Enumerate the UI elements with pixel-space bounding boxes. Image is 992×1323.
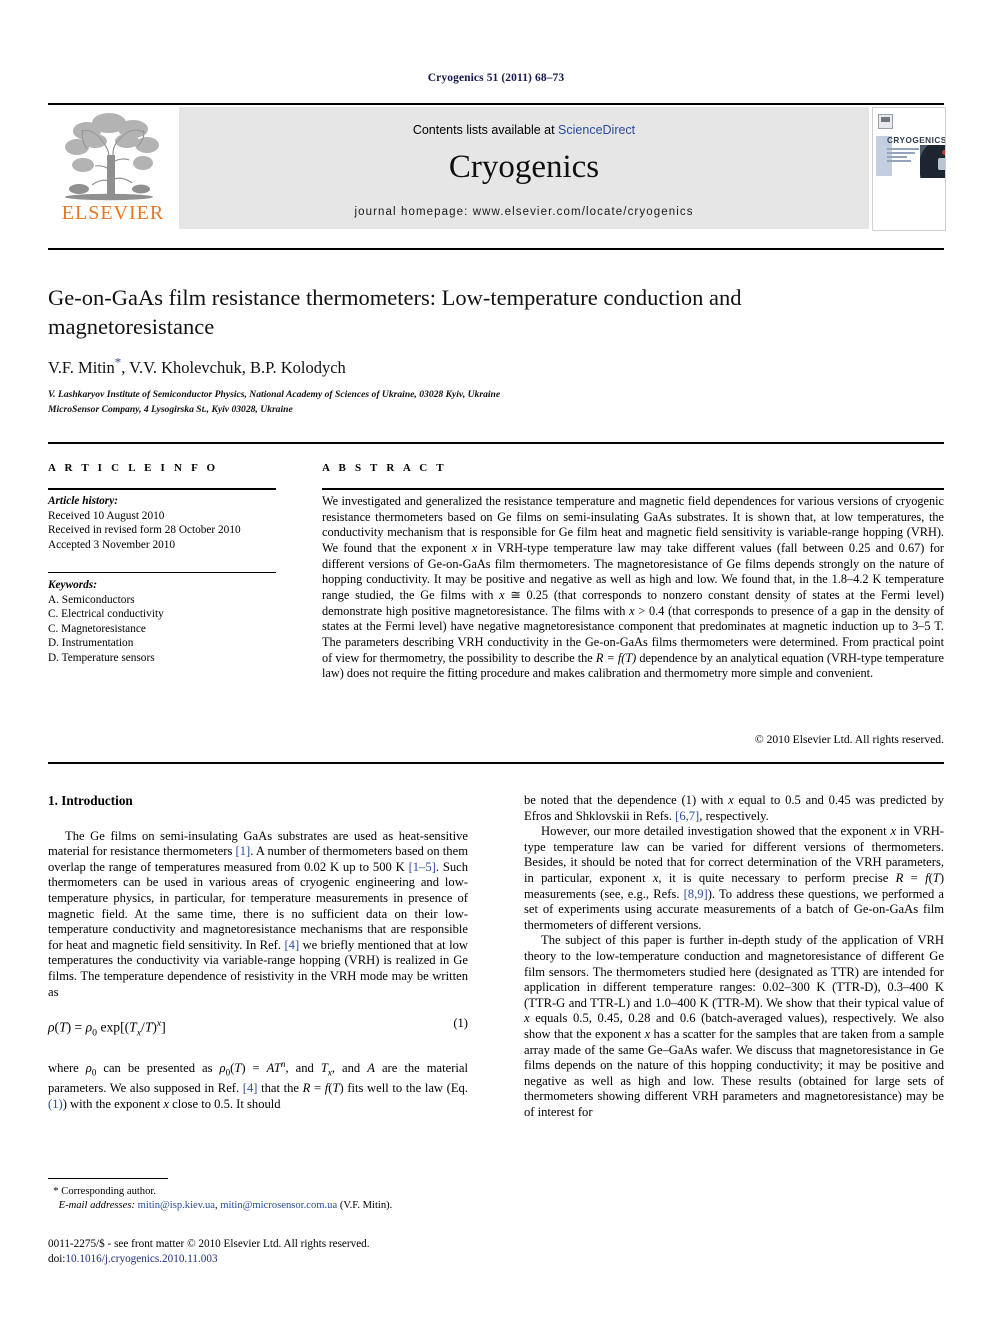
equation-number: (1) <box>453 1016 468 1031</box>
elsevier-tree-icon <box>65 113 159 201</box>
masthead-top-rule <box>48 103 944 105</box>
issn-line: 0011-2275/$ - see front matter © 2010 El… <box>48 1238 370 1250</box>
abstract-heading-rule <box>322 488 944 490</box>
copyright-line: © 2010 Elsevier Ltd. All rights reserved… <box>754 733 944 746</box>
author-names-text: V.F. Mitin*, V.V. Kholevchuk, B.P. Kolod… <box>48 354 346 377</box>
email-link-2[interactable]: mitin@microsensor.com.ua <box>220 1200 337 1211</box>
text-run: where <box>48 1061 86 1076</box>
citation-link[interactable]: [6,7] <box>675 809 699 823</box>
citation-link[interactable]: [1] <box>236 844 251 858</box>
text-run: However, our more detailed investigation… <box>541 824 891 839</box>
affiliations: V. Lashkaryov Institute of Semiconductor… <box>48 388 878 417</box>
journal-title: Cryogenics <box>448 149 600 185</box>
text-run: can be presented as <box>96 1061 220 1076</box>
history-received: Received 10 August 2010 <box>48 509 165 522</box>
keyword-item: D. Temperature sensors <box>48 651 155 664</box>
text-run: that the <box>257 1081 303 1096</box>
page-title: Ge-on-GaAs film resistance thermometers:… <box>48 285 742 339</box>
journal-masthead: ELSEVIER Contents lists available at Sci… <box>48 103 946 231</box>
abstract-bottom-rule <box>48 762 944 764</box>
section-heading-introduction: 1. Introduction <box>48 793 133 808</box>
keyword-item: A. Semiconductors <box>48 593 135 606</box>
text-run: measurements (see, e.g., Refs. <box>524 886 684 901</box>
doi-line: doi:10.1016/j.cryogenics.2010.11.003 <box>48 1252 488 1267</box>
title-separator-rule <box>48 248 944 250</box>
email-link-1[interactable]: mitin@isp.kiev.ua <box>138 1200 215 1211</box>
paragraph: be noted that the dependence (1) with x … <box>524 793 944 823</box>
body-column-left: 1. Introduction The Ge films on semi-ins… <box>48 793 468 1112</box>
doi-link[interactable]: 10.1016/j.cryogenics.2010.11.003 <box>65 1253 217 1265</box>
email-label: E-mail addresses: <box>58 1200 135 1211</box>
info-heading-rule <box>48 488 276 490</box>
affiliation-2: MicroSensor Company, 4 Lysogirska St., K… <box>48 403 293 415</box>
history-revised: Received in revised form 28 October 2010 <box>48 524 241 537</box>
citation-link[interactable]: [4] <box>284 938 299 952</box>
keyword-item: D. Instrumentation <box>48 637 134 650</box>
text-run: fits well to the law (Eq. <box>343 1081 468 1096</box>
imprint-block: 0011-2275/$ - see front matter © 2010 El… <box>48 1237 488 1266</box>
abstract-heading: A B S T R A C T <box>322 462 447 474</box>
abstract-text: We investigated and generalized the resi… <box>322 494 944 682</box>
paragraph: The subject of this paper is further in-… <box>524 933 944 1119</box>
elsevier-logo: ELSEVIER <box>49 107 177 229</box>
journal-cover-thumbnail[interactable]: CRYOGENICS <box>872 107 946 231</box>
affiliation-1: V. Lashkaryov Institute of Semiconductor… <box>48 389 501 400</box>
citation-link[interactable]: [4] <box>243 1081 258 1095</box>
article-info-heading: A R T I C L E I N F O <box>48 462 219 474</box>
text-run: The subject of this paper is further in-… <box>524 933 944 1010</box>
text-run: , and <box>331 1061 368 1076</box>
footnote-block: * Corresponding author. E-mail addresses… <box>48 1185 478 1213</box>
keyword-item: C. Electrical conductivity <box>48 608 164 621</box>
text-run: , it is quite necessary to perform preci… <box>658 870 896 885</box>
body-column-right: be noted that the dependence (1) with x … <box>524 793 944 1120</box>
history-accepted: Accepted 3 November 2010 <box>48 538 176 551</box>
masthead-center-band: Contents lists available at ScienceDirec… <box>179 107 869 229</box>
keyword-item: C. Magnetoresistance <box>48 622 146 635</box>
journal-homepage-link[interactable]: journal homepage: www.elsevier.com/locat… <box>179 206 869 218</box>
paragraph: However, our more detailed investigation… <box>524 824 945 932</box>
corresponding-author-label: Corresponding author. <box>61 1186 156 1197</box>
cover-publisher-mark-icon <box>878 114 893 129</box>
footnote-rule <box>48 1178 168 1179</box>
paragraph: where ρ0 can be presented as ρ0(T) = ATn… <box>48 1058 468 1111</box>
author-names: V.F. Mitin*, V.V. Kholevchuk, B.P. Kolod… <box>48 354 346 377</box>
keywords-label: Keywords: <box>48 579 97 591</box>
info-top-rule <box>48 442 944 444</box>
citation-link[interactable]: [8,9] <box>684 887 708 901</box>
keywords-block: Keywords: A. Semiconductors C. Electrica… <box>48 578 298 666</box>
email-author-suffix: (V.F. Mitin). <box>339 1200 393 1211</box>
text-run: , respectively. <box>699 808 769 823</box>
email-line: E-mail addresses: mitin@isp.kiev.ua, mit… <box>48 1199 478 1213</box>
running-head: Cryogenics 51 (2011) 68–73 <box>427 72 565 84</box>
corresponding-author-note: * Corresponding author. <box>48 1185 478 1199</box>
doi-prefix: doi: <box>48 1252 66 1265</box>
text-run: , and <box>285 1061 321 1076</box>
author-list: V.F. Mitin*, V.V. Kholevchuk, B.P. Kolod… <box>48 354 878 378</box>
equation-1: ρ(T) = ρ0 exp[(Tx/T)x] (1) <box>48 1016 468 1039</box>
journal-article-page: Cryogenics 51 (2011) 68–73 ELSEVIER Cont… <box>0 0 992 1323</box>
abstract-rt-dependence: R = f(T) <box>595 650 637 665</box>
sciencedirect-link[interactable]: ScienceDirect <box>558 123 635 137</box>
cover-subtitle-lines <box>887 148 921 164</box>
text-run: ) with the exponent <box>62 1096 164 1111</box>
keywords-rule <box>48 572 276 574</box>
elsevier-wordmark: ELSEVIER <box>61 202 165 224</box>
article-history-label: Article history: <box>48 495 118 507</box>
contents-prefix-text: Contents lists available at <box>412 123 559 137</box>
corresponding-author-marker: * <box>53 1186 59 1197</box>
text-run: be noted that the dependence (1) with <box>524 793 729 807</box>
equation-link[interactable]: (1) <box>48 1097 63 1111</box>
text-run: close to 0.5. It should <box>169 1096 281 1111</box>
article-history: Article history: Received 10 August 2010… <box>48 494 298 552</box>
cover-photo-image <box>920 145 945 178</box>
contents-available-line: Contents lists available at ScienceDirec… <box>179 123 869 137</box>
citation-link[interactable]: [1–5] <box>409 860 436 874</box>
corresponding-author-star[interactable]: * <box>115 354 122 369</box>
cover-journal-title: CRYOGENICS <box>887 136 946 145</box>
paragraph: The Ge films on semi-insulating GaAs sub… <box>48 829 468 1001</box>
